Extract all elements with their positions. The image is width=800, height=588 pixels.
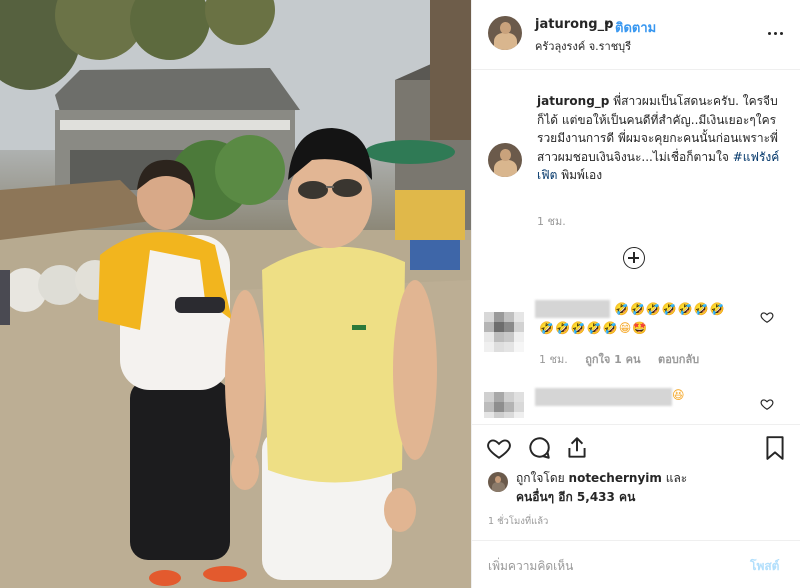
reply-button[interactable]: ตอบกลับ [658,353,699,366]
comment-emojis: 🤣🤣🤣🤣🤣🤣🤣 [614,302,726,316]
comment-username-blurred[interactable] [535,388,672,406]
comment-emojis: 😆 [672,388,686,402]
caption-suffix: พิมพ์เอง [561,168,603,182]
add-comment-bar: โพสต์ [472,540,800,588]
liker-username[interactable]: notechernyim [569,471,662,485]
likes-prefix: ถูกใจโดย [516,471,565,485]
comment-avatar-blurred[interactable] [484,312,524,352]
author-username[interactable]: jaturong_p [535,17,613,32]
caption-time: 1 ชม. [537,215,566,228]
comment-heart-icon[interactable] [760,397,774,411]
photo-illustration [0,0,471,588]
more-options-icon[interactable] [768,25,784,41]
add-comment-input[interactable] [488,555,728,577]
caption-author-avatar[interactable] [488,143,522,177]
share-icon[interactable] [564,435,590,461]
comment-heart-icon[interactable] [760,310,774,324]
plus-circle-icon[interactable] [623,247,645,269]
post-caption: jaturong_p พี่สาวผมเป็นโสดนะครับ. ใครจีบ… [537,92,787,185]
comment-time: 1 ชม. [539,353,568,366]
comment-avatar-blurred[interactable] [484,392,524,418]
comment-meta: 1 ชม. ถูกใจ 1 คน ตอบกลับ [539,350,713,368]
post-location[interactable]: ครัวลุงรงค์ จ.ราชบุรี [535,37,631,55]
post-comment-button[interactable]: โพสต์ [750,557,779,576]
post-panel: jaturong_p • ติดตาม ครัวลุงรงค์ จ.ราชบุร… [471,0,800,588]
bookmark-icon[interactable] [762,435,788,461]
likes-connector: และ [665,471,688,485]
heart-icon[interactable] [486,435,512,461]
post-timestamp[interactable]: 1 ชั่วโมงที่แล้ว [488,514,548,529]
likes-others[interactable]: คนอื่นๆ อีก 5,433 คน [516,490,635,504]
post-header: jaturong_p • ติดตาม ครัวลุงรงค์ จ.ราชบุร… [472,0,800,70]
separator-dot: • [603,17,611,32]
comment-icon[interactable] [526,435,552,461]
post-photo[interactable] [0,0,471,588]
likes-summary: ถูกใจโดย notechernyim และ คนอื่นๆ อีก 5,… [516,469,786,507]
comment-emojis: 🤣🤣🤣🤣🤣😁🤩 [539,321,649,335]
caption-username[interactable]: jaturong_p [537,94,609,108]
liker-avatar[interactable] [488,472,508,492]
comment-username-blurred[interactable] [535,300,610,318]
action-bar [472,424,800,474]
follow-button[interactable]: ติดตาม [615,17,656,38]
comment-likes[interactable]: ถูกใจ 1 คน [585,353,640,366]
author-avatar[interactable] [488,16,522,50]
